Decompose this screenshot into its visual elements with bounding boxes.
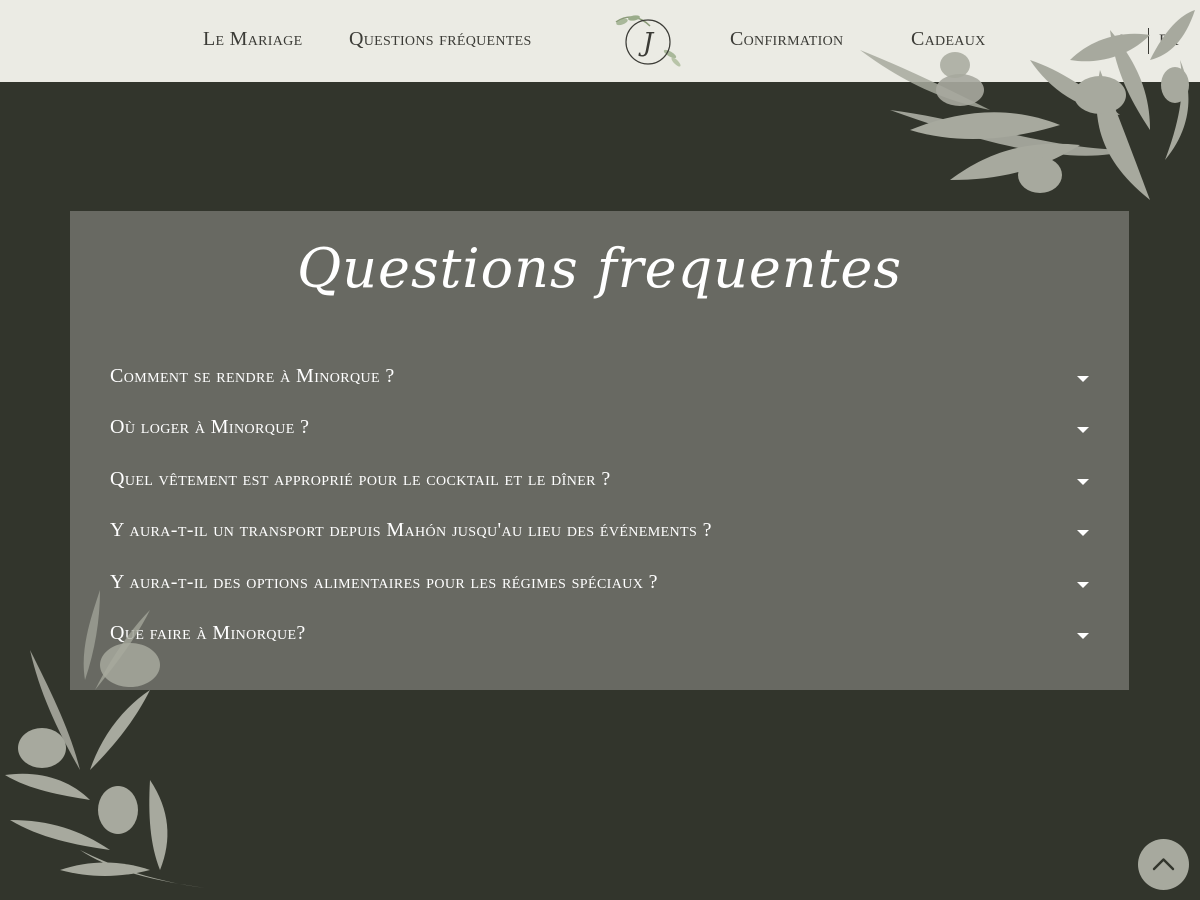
language-fr[interactable]: FR: [1159, 32, 1179, 50]
nav-link-questions-frequentes[interactable]: Questions fréquentes: [349, 28, 532, 51]
faq-question: Y aura-t-il des options alimentaires pou…: [110, 571, 658, 593]
caret-down-icon[interactable]: [1077, 479, 1089, 485]
caret-down-icon[interactable]: [1077, 427, 1089, 433]
caret-down-icon[interactable]: [1077, 376, 1089, 382]
top-navigation: Le Mariage Questions fréquentes J Confir…: [0, 0, 1200, 82]
caret-down-icon[interactable]: [1077, 582, 1089, 588]
nav-link-cadeaux[interactable]: Cadeaux: [911, 28, 986, 51]
faq-item[interactable]: Quel vêtement est approprié pour le cock…: [110, 462, 1089, 502]
faq-question: Comment se rendre à Minorque ?: [110, 365, 395, 387]
faq-panel: Questions frequentes Comment se rendre à…: [70, 211, 1129, 690]
caret-down-icon[interactable]: [1077, 633, 1089, 639]
faq-question: Quel vêtement est approprié pour le cock…: [110, 468, 611, 490]
faq-question: Que faire à Minorque?: [110, 622, 306, 644]
monogram-icon[interactable]: J: [610, 8, 688, 74]
faq-title: Questions frequentes: [296, 237, 903, 300]
faq-item[interactable]: Comment se rendre à Minorque ?: [110, 359, 1089, 399]
faq-question: Y aura-t-il un transport depuis Mahón ju…: [110, 519, 712, 541]
faq-item[interactable]: Y aura-t-il un transport depuis Mahón ju…: [110, 513, 1089, 553]
nav-link-le-mariage[interactable]: Le Mariage: [203, 28, 302, 51]
nav-link-confirmation[interactable]: Confirmation: [730, 28, 843, 51]
scroll-top-button[interactable]: [1138, 839, 1189, 890]
faq-item[interactable]: Que faire à Minorque?: [110, 616, 1089, 656]
chevron-up-icon: [1152, 858, 1175, 871]
faq-item[interactable]: Y aura-t-il des options alimentaires pou…: [110, 565, 1089, 605]
language-es[interactable]: ES: [1120, 32, 1139, 50]
svg-text:J: J: [638, 28, 655, 58]
faq-question: Où loger à Minorque ?: [110, 416, 310, 438]
language-divider: [1148, 28, 1149, 54]
caret-down-icon[interactable]: [1077, 530, 1089, 536]
faq-item[interactable]: Où loger à Minorque ?: [110, 410, 1089, 450]
